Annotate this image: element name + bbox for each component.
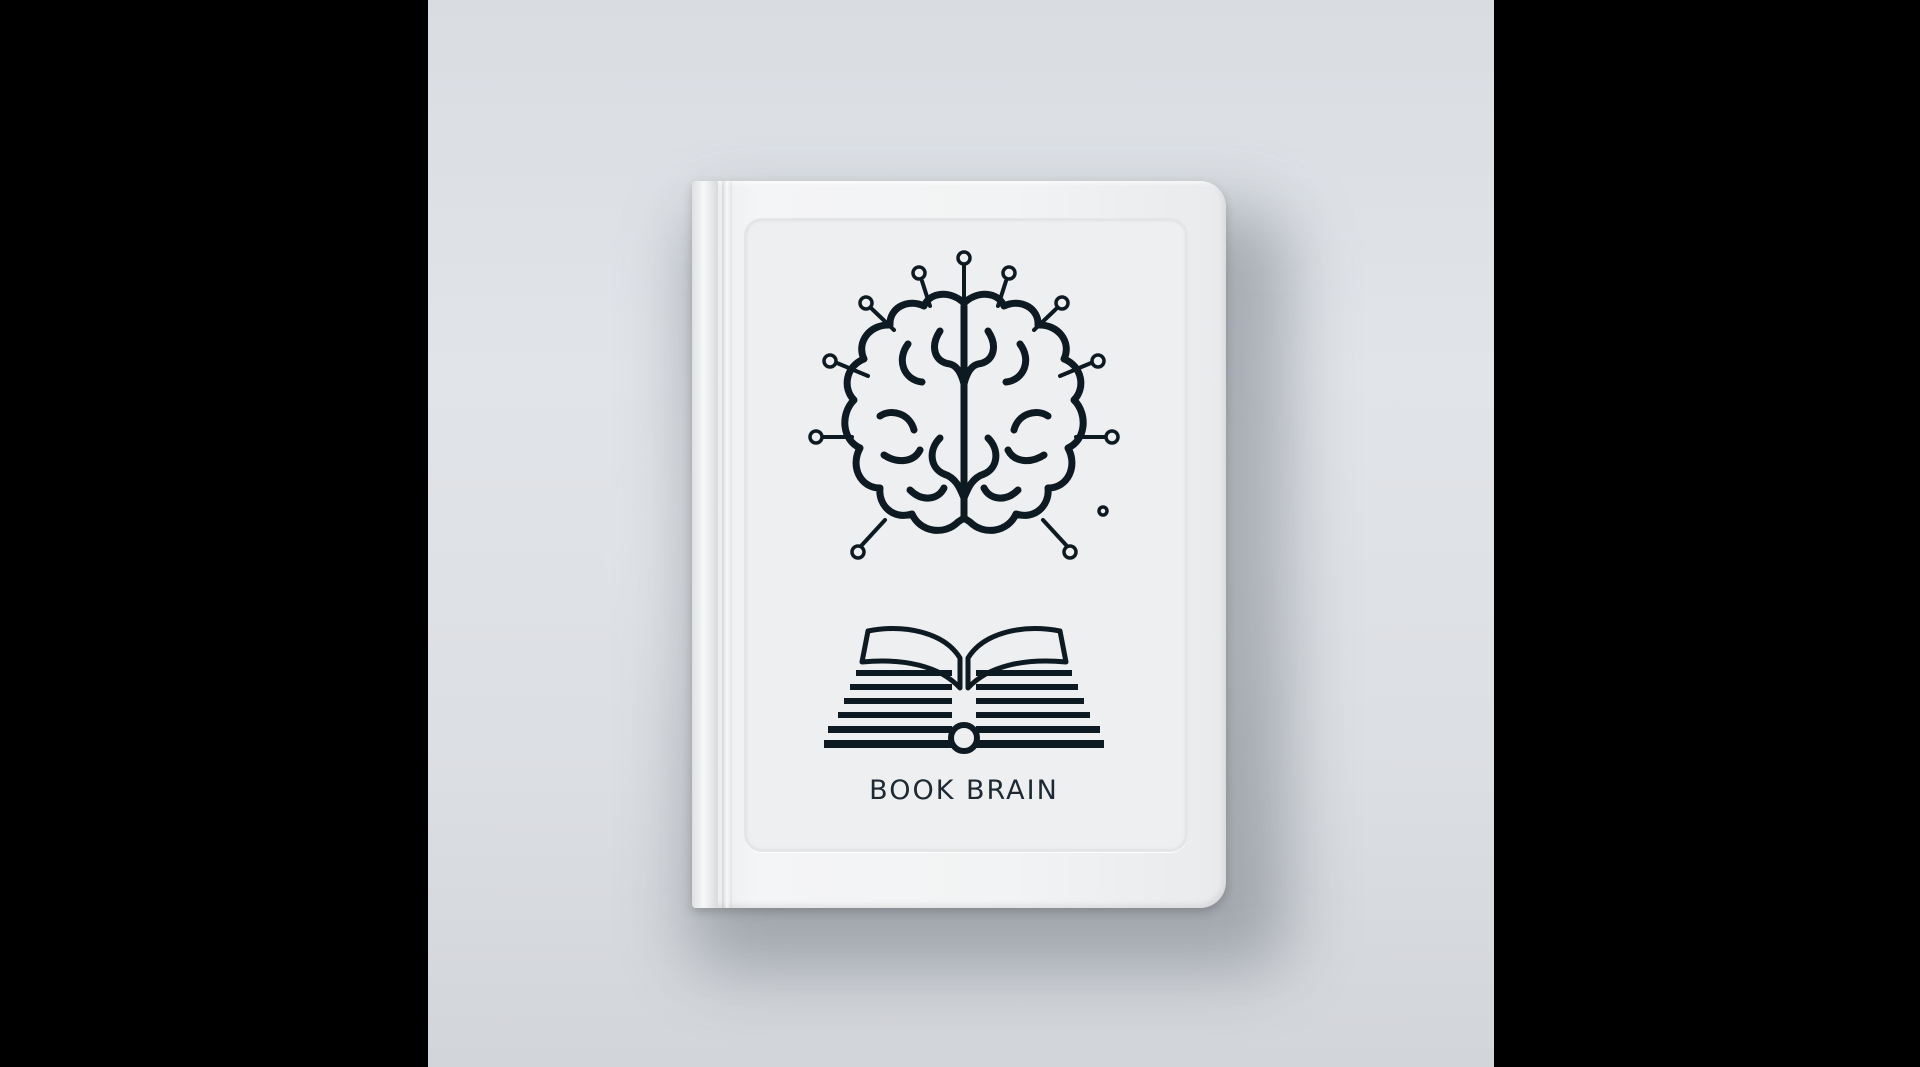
letterboxed-image: BOOK BRAIN <box>0 0 1920 1067</box>
open-book-icon <box>824 626 1104 754</box>
book: BOOK BRAIN <box>692 181 1226 908</box>
brain-icon <box>808 250 1120 560</box>
book-spine <box>692 181 718 908</box>
book-title: BOOK BRAIN <box>869 775 1059 806</box>
photo-background: BOOK BRAIN <box>428 0 1494 1067</box>
spine-groove <box>722 181 732 908</box>
cover-illustration <box>808 250 1120 754</box>
